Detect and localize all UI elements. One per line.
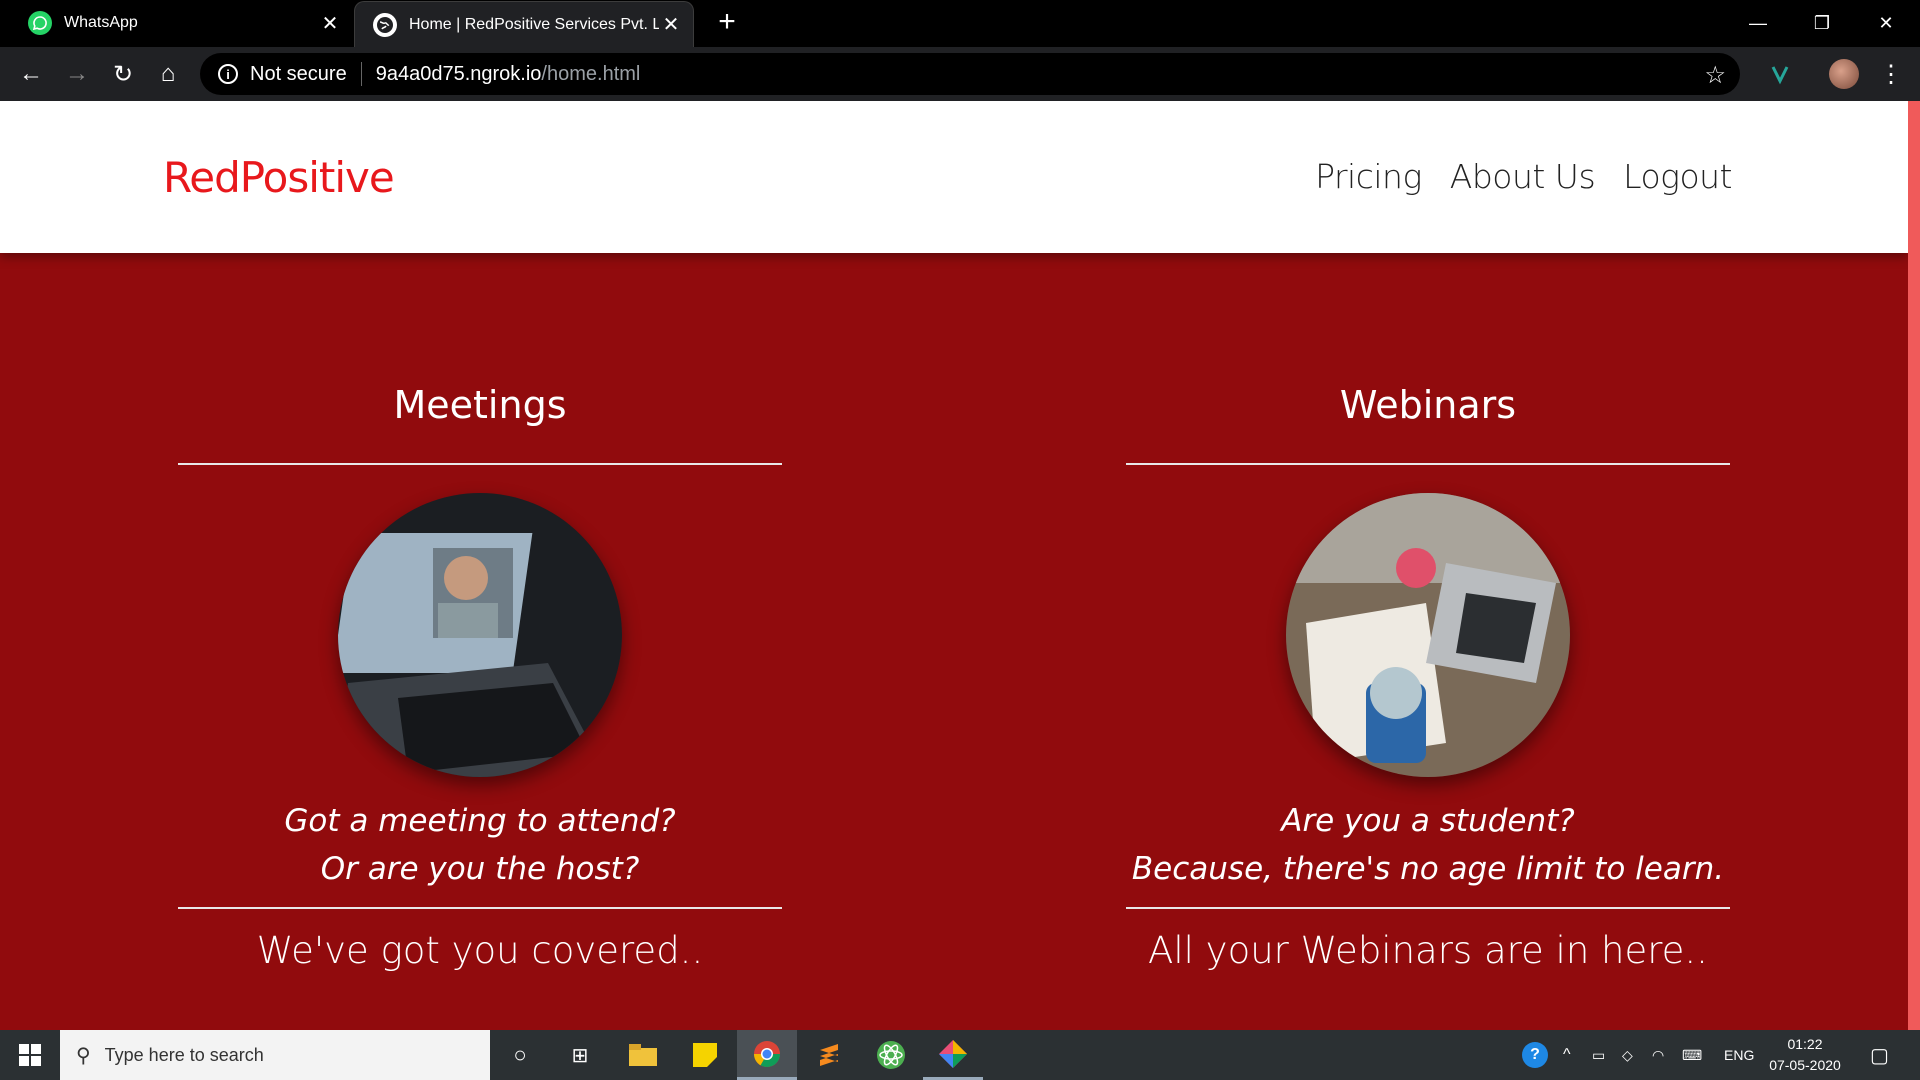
reload-icon[interactable]: ↻ [108, 59, 138, 89]
extension-icon[interactable] [1765, 59, 1795, 89]
search-placeholder: Type here to search [104, 1044, 264, 1065]
browser-toolbar: ← → ↻ ⌂ i Not secure 9a4a0d75.ngrok.io /… [0, 47, 1920, 101]
divider [178, 463, 782, 465]
language-indicator[interactable]: ENG [1724, 1030, 1754, 1080]
chevron-up-icon[interactable]: ^ [1563, 1030, 1571, 1080]
restore-icon[interactable]: ❐ [1794, 0, 1850, 46]
task-view-icon[interactable]: ⊞ [550, 1030, 610, 1080]
feature-title: Webinars [1339, 383, 1517, 427]
meetings-image [338, 493, 622, 777]
feature-question-1: Got a meeting to attend? [284, 803, 676, 839]
feature-title: Meetings [393, 383, 567, 427]
feature-question-1: Are you a student? [1281, 803, 1575, 839]
feature-webinars: Webinars Are you a student? Because, the… [1126, 253, 1730, 972]
feature-tagline: We've got you covered.. [256, 929, 704, 972]
site-navbar: RedPositive Pricing About Us Logout [0, 101, 1908, 253]
url-path: /home.html [541, 62, 641, 85]
divider [1126, 907, 1730, 909]
new-tab-button[interactable]: + [712, 7, 742, 38]
keyboard-icon[interactable]: ⌨ [1682, 1030, 1702, 1080]
windows-taskbar: ⚲ Type here to search ○ ⊞ ? ^ ▭ ◇ ◠ ⌨ EN… [0, 1030, 1920, 1080]
tab-whatsapp[interactable]: WhatsApp ✕ [0, 0, 352, 46]
search-icon: ⚲ [76, 1044, 91, 1067]
info-icon[interactable]: i [218, 64, 238, 84]
menu-icon[interactable]: ⋮ [1876, 59, 1906, 89]
taskbar-search-input[interactable]: ⚲ Type here to search [60, 1030, 490, 1080]
divider [1126, 463, 1730, 465]
nav-about-link[interactable]: About Us [1450, 157, 1596, 196]
url-host: 9a4a0d75.ngrok.io [375, 62, 542, 85]
tab-title: WhatsApp [64, 14, 138, 31]
notification-icon[interactable]: ▢ [1870, 1030, 1889, 1080]
close-tab-icon[interactable]: ✕ [659, 13, 683, 37]
tab-title: Home | RedPositive Services Pvt. Ltd [409, 15, 659, 33]
forward-icon[interactable]: → [62, 59, 92, 89]
sublime-text-icon[interactable] [799, 1030, 859, 1080]
feature-tagline: All your Webinars are in here.. [1148, 929, 1708, 972]
tab-home[interactable]: Home | RedPositive Services Pvt. Ltd ✕ [354, 1, 694, 47]
dropbox-icon[interactable]: ◇ [1622, 1030, 1633, 1080]
bookmark-star-icon[interactable]: ☆ [1704, 61, 1726, 90]
whatsapp-icon [28, 11, 52, 35]
atom-icon[interactable] [861, 1030, 921, 1080]
wifi-icon[interactable]: ◠ [1652, 1030, 1664, 1080]
windows-start-icon[interactable] [0, 1030, 60, 1080]
nav-links: Pricing About Us Logout [1315, 157, 1732, 196]
feature-question-2: Because, there's no age limit to learn. [1131, 851, 1725, 887]
file-explorer-icon[interactable] [613, 1030, 673, 1080]
app-launcher-icon[interactable] [923, 1030, 983, 1080]
nav-logout-link[interactable]: Logout [1623, 157, 1732, 196]
back-icon[interactable]: ← [16, 59, 46, 89]
address-bar[interactable]: i Not secure 9a4a0d75.ngrok.io /home.htm… [200, 53, 1740, 95]
clock[interactable]: 01:22 07-05-2020 [1760, 1034, 1850, 1076]
globe-icon [373, 12, 397, 37]
divider [178, 907, 782, 909]
avatar[interactable] [1829, 59, 1859, 89]
security-label: Not secure [250, 62, 347, 85]
minimize-icon[interactable]: — [1730, 0, 1786, 46]
close-window-icon[interactable]: ✕ [1858, 0, 1914, 46]
help-icon[interactable]: ? [1522, 1030, 1548, 1080]
page-content: RedPositive Pricing About Us Logout Meet… [0, 101, 1920, 1030]
clock-time: 01:22 [1787, 1036, 1823, 1052]
scrollbar[interactable] [1908, 101, 1920, 1030]
webinars-image [1286, 493, 1570, 777]
nav-pricing-link[interactable]: Pricing [1315, 157, 1422, 196]
feature-meetings: Meetings Got a meeting to attend? Or are… [178, 253, 782, 972]
cortana-icon[interactable]: ○ [490, 1030, 550, 1080]
sticky-notes-icon[interactable] [675, 1030, 735, 1080]
divider [360, 62, 362, 86]
browser-tab-strip: WhatsApp ✕ Home | RedPositive Services P… [0, 0, 1920, 47]
close-tab-icon[interactable]: ✕ [318, 11, 342, 35]
clock-date: 07-05-2020 [1769, 1057, 1841, 1073]
brand-logo[interactable]: RedPositive [163, 153, 395, 202]
feature-question-2: Or are you the host? [320, 851, 640, 887]
chrome-icon[interactable] [737, 1030, 797, 1080]
home-icon[interactable]: ⌂ [153, 59, 183, 89]
battery-icon[interactable]: ▭ [1592, 1030, 1605, 1080]
